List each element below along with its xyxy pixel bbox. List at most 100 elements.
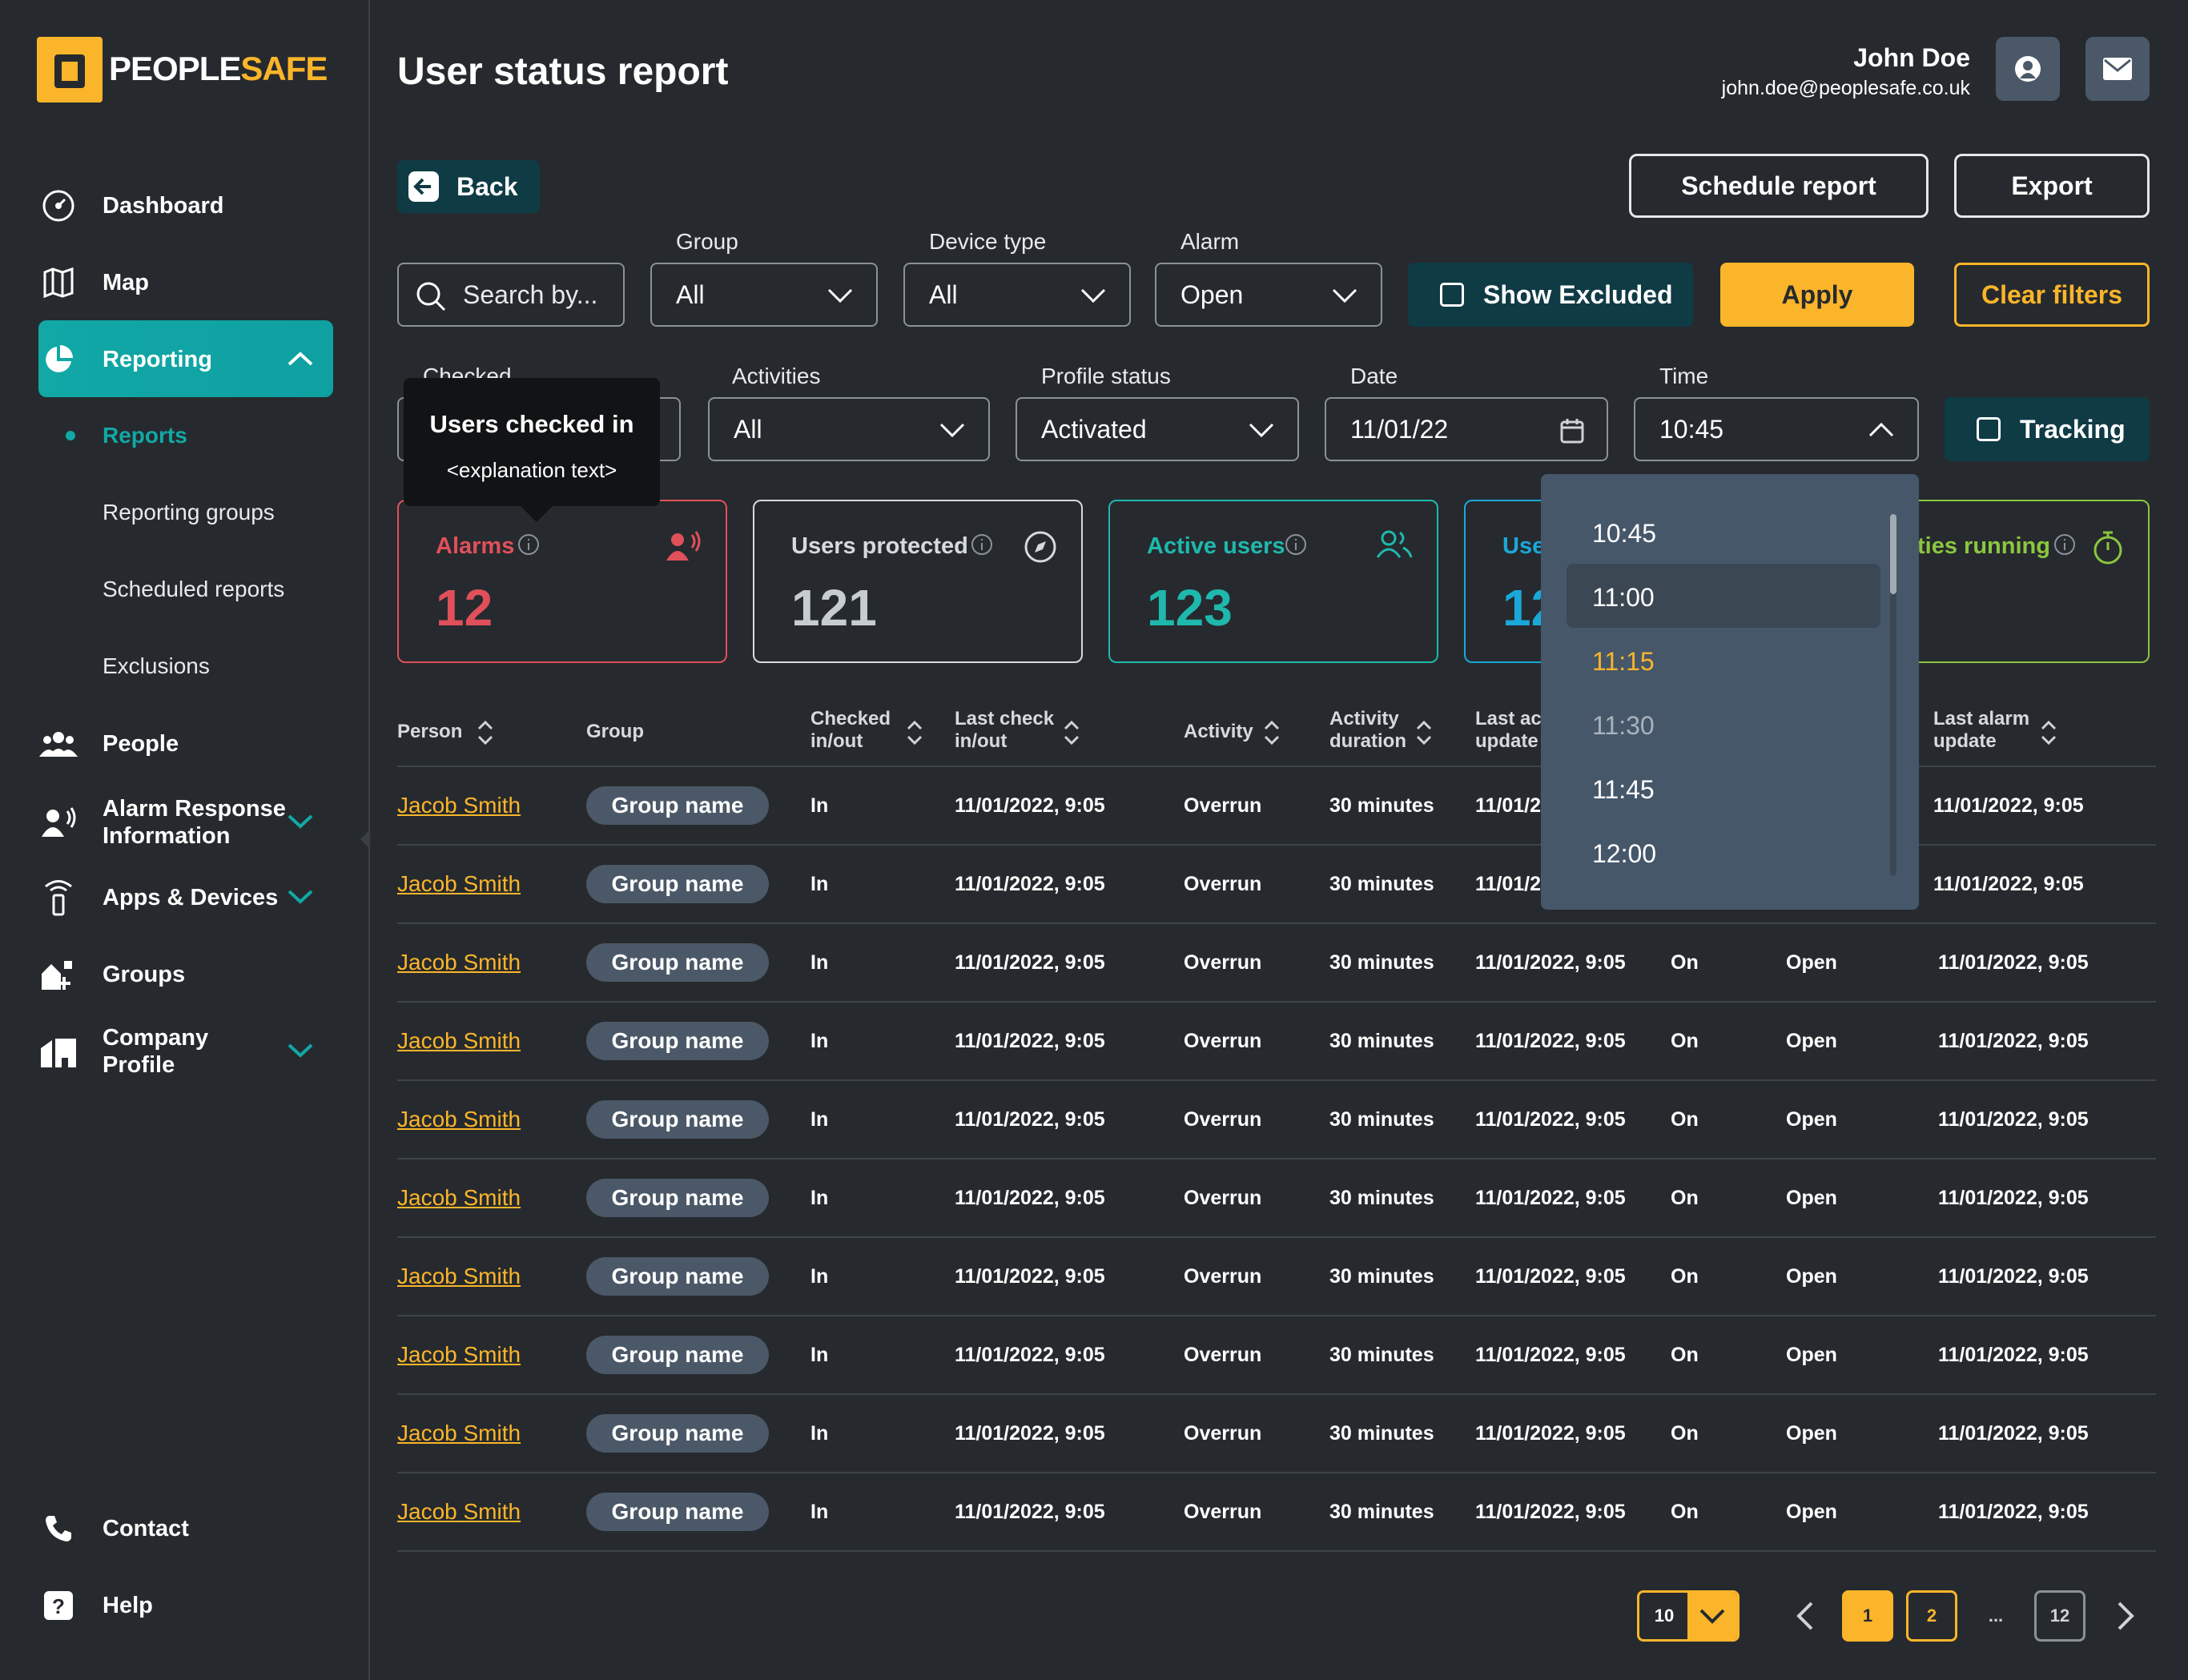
person-link[interactable]: Jacob Smith	[397, 950, 521, 975]
sidebar-item-contact[interactable]: Contact	[38, 1509, 333, 1549]
activities-select[interactable]: All	[708, 397, 990, 461]
sort-icon[interactable]	[2039, 719, 2058, 750]
group-pill[interactable]: Group name	[586, 865, 769, 903]
dropdown-scrollbar-thumb[interactable]	[1890, 514, 1896, 594]
group-pill[interactable]: Group name	[586, 1100, 769, 1139]
person-link[interactable]: Jacob Smith	[397, 1185, 521, 1211]
group-select[interactable]: All	[650, 263, 878, 327]
group-pill[interactable]: Group name	[586, 1414, 769, 1453]
group-pill[interactable]: Group name	[586, 1022, 769, 1060]
info-icon[interactable]	[1285, 533, 1307, 556]
column-header[interactable]: Last ac update	[1475, 708, 1542, 753]
cell-last-check: 11/01/2022, 9:05	[955, 1030, 1105, 1052]
sort-icon[interactable]	[905, 719, 924, 750]
sidebar-item-reporting-content[interactable]: Reporting	[38, 340, 333, 380]
person-link[interactable]: Jacob Smith	[397, 1421, 521, 1446]
person-link[interactable]: Jacob Smith	[397, 793, 521, 818]
device-type-select[interactable]: All	[903, 263, 1131, 327]
time-option[interactable]: 12:00	[1592, 839, 1656, 869]
group-pill[interactable]: Group name	[586, 943, 769, 982]
group-pill[interactable]: Group name	[586, 786, 769, 825]
prev-page-button[interactable]	[1791, 1600, 1820, 1636]
card-active-users[interactable]: Active users 123	[1108, 500, 1438, 663]
sidebar-item-help[interactable]: ? Help	[38, 1586, 333, 1626]
info-icon[interactable]	[517, 533, 540, 556]
time-option[interactable]: 11:00	[1592, 583, 1655, 613]
group-pill[interactable]: Group name	[586, 1336, 769, 1374]
alarm-select[interactable]: Open	[1155, 263, 1382, 327]
sort-icon[interactable]	[1262, 719, 1281, 750]
chevron-down-icon[interactable]	[287, 1039, 314, 1065]
show-excluded-checkbox[interactable]	[1440, 283, 1464, 307]
sidebar-collapse-handle[interactable]	[360, 830, 370, 849]
sidebar-item-groups[interactable]: Groups	[38, 955, 333, 995]
time-dropdown: 10:45 11:00 11:15 11:30 11:45 12:00	[1541, 474, 1919, 910]
export-button[interactable]: Export	[1954, 154, 2150, 218]
info-icon[interactable]	[971, 533, 993, 556]
sidebar-item-dashboard[interactable]: Dashboard	[38, 186, 333, 226]
column-header[interactable]: Activity duration	[1329, 708, 1406, 753]
show-excluded-toggle[interactable]: Show Excluded	[1408, 263, 1693, 327]
cell-duration: 30 minutes	[1329, 873, 1434, 895]
column-header[interactable]: Last check in/out	[955, 708, 1054, 753]
sort-icon[interactable]	[476, 719, 495, 750]
person-link[interactable]: Jacob Smith	[397, 871, 521, 897]
time-select[interactable]: 10:45	[1634, 397, 1919, 461]
tracking-toggle[interactable]: Tracking	[1945, 397, 2150, 461]
page-1-button[interactable]: 1	[1842, 1590, 1893, 1642]
sort-icon[interactable]	[1062, 719, 1081, 750]
tracking-checkbox[interactable]	[1977, 417, 2001, 441]
person-link[interactable]: Jacob Smith	[397, 1028, 521, 1054]
chevron-down-icon[interactable]	[287, 810, 314, 836]
chevron-down-icon[interactable]	[287, 885, 314, 911]
column-header[interactable]: Checked in/out	[810, 708, 891, 753]
sidebar-sub-reports[interactable]: Reports	[103, 423, 187, 448]
sidebar-item-people[interactable]: People	[38, 724, 333, 764]
group-pill[interactable]: Group name	[586, 1257, 769, 1296]
info-icon[interactable]	[2053, 533, 2076, 556]
page-12-button[interactable]: 12	[2034, 1590, 2085, 1642]
sidebar-item-company-profile[interactable]: Company Profile	[38, 1023, 333, 1079]
sidebar-item-map[interactable]: Map	[38, 263, 333, 303]
search-input[interactable]: Search by...	[397, 263, 625, 327]
sidebar-sub-reporting-groups[interactable]: Reporting groups	[103, 500, 275, 525]
group-pill[interactable]: Group name	[586, 1179, 769, 1217]
page-2-button[interactable]: 2	[1906, 1590, 1957, 1642]
clear-filters-button[interactable]: Clear filters	[1954, 263, 2150, 327]
back-button[interactable]: Back	[397, 160, 540, 213]
cell-last-activity: 11/01/2022, 9:05	[1475, 1108, 1626, 1131]
date-input[interactable]: 11/01/22	[1325, 397, 1608, 461]
group-pill[interactable]: Group name	[586, 1493, 769, 1531]
chevron-left-icon	[1796, 1602, 1813, 1630]
sidebar-sub-scheduled-reports[interactable]: Scheduled reports	[103, 577, 284, 602]
time-option[interactable]: 11:45	[1592, 775, 1655, 805]
column-header[interactable]: Activity	[1184, 721, 1253, 743]
column-header[interactable]: Person	[397, 721, 462, 743]
sidebar-item-apps-devices[interactable]: Apps & Devices	[38, 878, 333, 918]
column-header[interactable]: Group	[586, 721, 644, 743]
card-label: Active users	[1147, 533, 1285, 559]
apply-button[interactable]: Apply	[1720, 263, 1914, 327]
card-alarms[interactable]: Alarms 12	[397, 500, 727, 663]
time-option[interactable]: 10:45	[1592, 519, 1656, 549]
page-size-select[interactable]: 10	[1637, 1590, 1740, 1642]
sidebar-sub-exclusions[interactable]: Exclusions	[103, 653, 210, 679]
chevron-up-icon[interactable]	[287, 347, 314, 373]
person-link[interactable]: Jacob Smith	[397, 1264, 521, 1289]
account-button[interactable]	[1996, 37, 2060, 101]
time-option[interactable]: 11:30	[1592, 711, 1655, 741]
messages-button[interactable]	[2085, 37, 2150, 101]
profile-status-select[interactable]: Activated	[1016, 397, 1299, 461]
person-link[interactable]: Jacob Smith	[397, 1342, 521, 1368]
card-users-protected[interactable]: Users protected 121	[753, 500, 1083, 663]
sort-icon[interactable]	[1414, 719, 1434, 750]
sidebar-item-alarm-response[interactable]: Alarm Response Information	[38, 794, 333, 850]
person-link[interactable]: Jacob Smith	[397, 1499, 521, 1525]
time-option[interactable]: 11:15	[1592, 647, 1655, 677]
cell-activity: Overrun	[1184, 794, 1262, 817]
row-divider	[397, 1001, 2156, 1003]
column-header[interactable]: Last alarm update	[1933, 708, 2029, 753]
next-page-button[interactable]	[2111, 1600, 2140, 1636]
person-link[interactable]: Jacob Smith	[397, 1107, 521, 1132]
schedule-report-button[interactable]: Schedule report	[1629, 154, 1929, 218]
